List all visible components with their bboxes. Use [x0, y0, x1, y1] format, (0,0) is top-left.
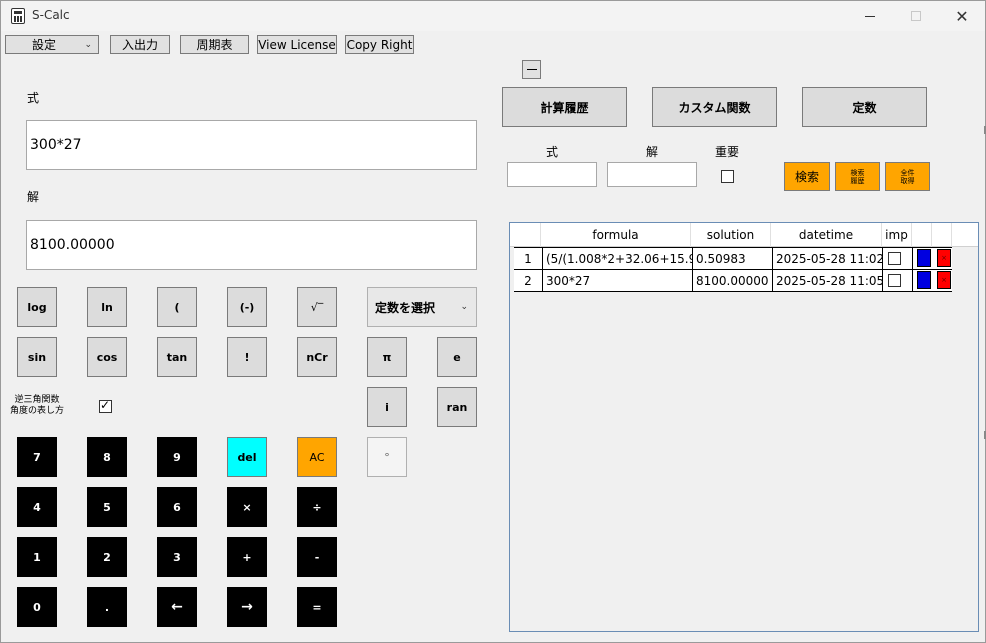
calculator-icon — [11, 8, 25, 24]
settings-select[interactable]: 設定 ⌄ — [5, 35, 99, 54]
row-edit-button[interactable] — [917, 271, 931, 289]
column-delete — [932, 223, 952, 247]
row-delete-button[interactable]: × — [937, 249, 951, 267]
row-important-checkbox[interactable] — [888, 274, 901, 287]
digit-8-key[interactable]: 8 — [87, 437, 127, 477]
row-index: 2 — [514, 270, 543, 291]
history-tab[interactable]: 計算履歴 — [502, 87, 627, 127]
get-all-button[interactable]: 全件 取得 — [885, 162, 930, 191]
log-key[interactable]: log — [17, 287, 57, 327]
close-icon[interactable]: ✕ — [939, 1, 985, 31]
cursor-right-key[interactable]: → — [227, 587, 267, 627]
imaginary-key[interactable]: i — [367, 387, 407, 427]
e-key[interactable]: e — [437, 337, 477, 377]
solution-output[interactable]: 8100.00000 — [26, 220, 477, 270]
filter-formula-input[interactable] — [507, 162, 597, 187]
digit-1-key[interactable]: 1 — [17, 537, 57, 577]
filter-solution-label: 解 — [646, 145, 659, 159]
digit-5-key[interactable]: 5 — [87, 487, 127, 527]
cursor-left-key[interactable]: ← — [157, 587, 197, 627]
constant-select[interactable]: 定数を選択 ⌄ — [367, 287, 477, 327]
filter-important-checkbox[interactable] — [721, 170, 734, 183]
column-formula[interactable]: formula — [541, 223, 691, 247]
random-key[interactable]: ran — [437, 387, 477, 427]
multiply-key[interactable]: × — [227, 487, 267, 527]
table-row[interactable]: 2 300*27 8100.00000 2025-05-28 11:05:22 … — [514, 269, 952, 292]
formula-input[interactable]: 300*27 — [26, 120, 477, 170]
maximize-icon[interactable] — [893, 1, 939, 31]
digit-4-key[interactable]: 4 — [17, 487, 57, 527]
divide-key[interactable]: ÷ — [297, 487, 337, 527]
row-formula[interactable]: (5/(1.008*2+32.06+15.999*4 — [543, 248, 693, 269]
minimize-icon[interactable] — [847, 1, 893, 31]
column-edit — [912, 223, 932, 247]
settings-select-label: 設定 — [32, 38, 57, 52]
inverse-trig-checkbox[interactable] — [99, 398, 112, 413]
row-important-checkbox[interactable] — [888, 252, 901, 265]
digit-3-key[interactable]: 3 — [157, 537, 197, 577]
row-solution[interactable]: 0.50983 — [693, 248, 773, 269]
left-paren-key[interactable]: ( — [157, 287, 197, 327]
digit-6-key[interactable]: 6 — [157, 487, 197, 527]
collapse-panel-button[interactable] — [522, 60, 541, 79]
row-datetime: 2025-05-28 11:05:22 — [773, 270, 883, 291]
digit-9-key[interactable]: 9 — [157, 437, 197, 477]
digit-2-key[interactable]: 2 — [87, 537, 127, 577]
ln-key[interactable]: ln — [87, 287, 127, 327]
cos-key[interactable]: cos — [87, 337, 127, 377]
factorial-key[interactable]: ! — [227, 337, 267, 377]
row-formula[interactable]: 300*27 — [543, 270, 693, 291]
constants-tab[interactable]: 定数 — [802, 87, 927, 127]
constant-select-label: 定数を選択 — [375, 300, 436, 315]
copyright-button[interactable]: Copy Right — [345, 35, 414, 54]
column-datetime[interactable]: datetime — [771, 223, 882, 247]
header-corner — [510, 223, 541, 247]
degree-key[interactable]: ° — [367, 437, 407, 477]
chevron-down-icon: ⌄ — [460, 302, 468, 312]
inverse-trig-note: 逆三角関数 角度の表し方 — [9, 395, 64, 416]
formula-label: 式 — [27, 91, 40, 105]
sqrt-key[interactable]: √‾ — [297, 287, 337, 327]
digit-7-key[interactable]: 7 — [17, 437, 57, 477]
history-grid[interactable]: formula solution datetime imp 1 (5/(1.00… — [509, 222, 979, 632]
filter-important-label: 重要 — [715, 145, 740, 159]
all-clear-key[interactable]: AC — [297, 437, 337, 477]
sin-key[interactable]: sin — [17, 337, 57, 377]
window-title: S-Calc — [32, 8, 70, 22]
view-license-button[interactable]: View License — [257, 35, 337, 54]
row-index: 1 — [514, 248, 543, 269]
chevron-down-icon: ⌄ — [84, 39, 92, 50]
solution-label: 解 — [27, 190, 40, 204]
row-imp-cell — [883, 270, 913, 291]
pi-key[interactable]: π — [367, 337, 407, 377]
row-imp-cell — [883, 248, 913, 269]
row-edit-button[interactable] — [917, 249, 931, 267]
row-solution[interactable]: 8100.00000 — [693, 270, 773, 291]
column-imp[interactable]: imp — [882, 223, 912, 247]
periodic-table-button[interactable]: 周期表 — [180, 35, 249, 54]
column-solution[interactable]: solution — [691, 223, 771, 247]
ncr-key[interactable]: nCr — [297, 337, 337, 377]
filter-formula-label: 式 — [546, 145, 559, 159]
grid-header: formula solution datetime imp — [510, 223, 978, 247]
custom-functions-tab[interactable]: カスタム関数 — [652, 87, 777, 127]
negate-key[interactable]: (-) — [227, 287, 267, 327]
search-history-button[interactable]: 検索 履歴 — [835, 162, 880, 191]
equals-key[interactable]: = — [297, 587, 337, 627]
app-window: S-Calc ✕ 設定 ⌄ 入出力 周期表 View License Copy … — [0, 0, 986, 643]
digit-0-key[interactable]: 0 — [17, 587, 57, 627]
row-datetime: 2025-05-28 11:02:56 — [773, 248, 883, 269]
table-row[interactable]: 1 (5/(1.008*2+32.06+15.999*4 0.50983 202… — [514, 247, 952, 270]
subtract-key[interactable]: - — [297, 537, 337, 577]
minus-icon — [526, 69, 537, 70]
io-button[interactable]: 入出力 — [110, 35, 170, 54]
row-delete-button[interactable]: × — [937, 271, 951, 289]
title-bar: S-Calc ✕ — [1, 1, 985, 31]
decimal-key[interactable]: . — [87, 587, 127, 627]
filter-solution-input[interactable] — [607, 162, 697, 187]
delete-key[interactable]: del — [227, 437, 267, 477]
add-key[interactable]: + — [227, 537, 267, 577]
tan-key[interactable]: tan — [157, 337, 197, 377]
search-button[interactable]: 検索 — [784, 162, 830, 191]
